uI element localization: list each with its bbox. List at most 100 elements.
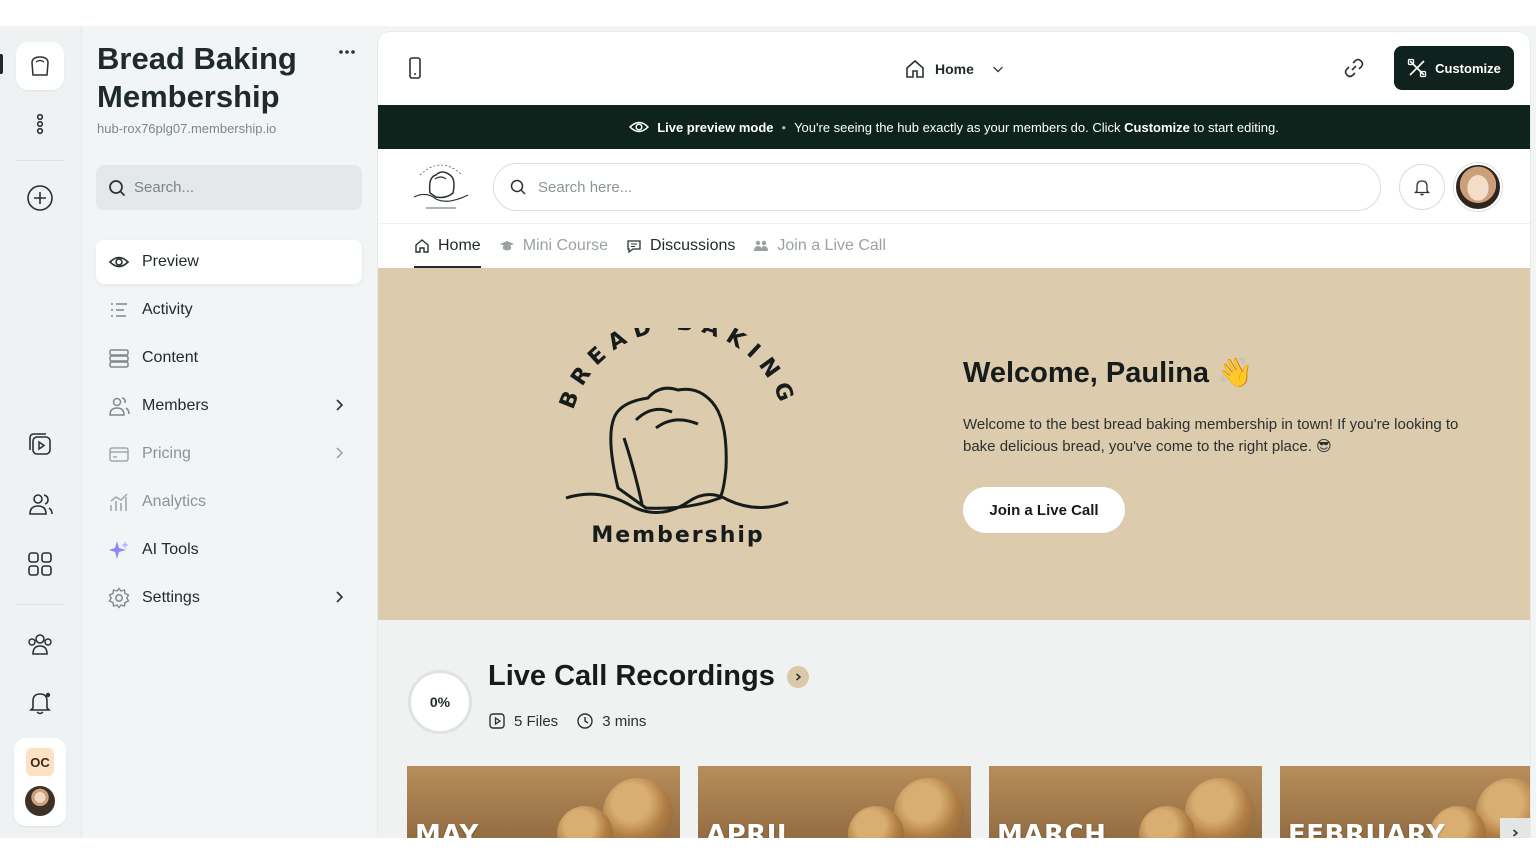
search-icon [109,179,126,196]
sparkle-icon [109,541,129,559]
sidebar-item-content[interactable]: Content [96,336,362,380]
membership-logo[interactable] [406,157,476,215]
sidebar-search-input[interactable] [134,179,344,196]
sidebar-item-label: Preview [142,253,199,270]
sidebar-search[interactable] [96,165,362,210]
bell-icon [1413,180,1431,196]
banner-message-suffix: to start editing. [1193,119,1279,135]
hub-url: hub-rox76plg07.membership.io [97,121,277,136]
card-label: MAY [415,820,479,838]
graduation-cap-icon [499,241,514,251]
recording-card-february[interactable]: FEBRUARY [1280,766,1530,838]
tab-join-live-call[interactable]: Join a Live Call [753,224,886,268]
tab-discussions[interactable]: Discussions [626,224,735,268]
logo-arc-textpath: BREAD BAKING [555,328,793,412]
chevron-right-icon[interactable] [786,665,809,688]
avatar[interactable] [25,786,55,816]
hub-search[interactable] [493,163,1381,211]
tab-mini-course[interactable]: Mini Course [499,224,608,268]
carousel-next-button[interactable] [1500,818,1530,838]
bread-baking-logo: BREAD BAKING Membership [555,328,793,548]
bell-icon [29,692,51,715]
customize-button[interactable]: Customize [1394,46,1514,90]
wave-emoji: 👋 [1217,357,1254,389]
hub-header [378,149,1530,224]
bread-image [894,778,964,838]
plus-circle-icon [27,185,53,211]
card-label: MARCH [997,820,1107,838]
more-horizontal-icon[interactable] [338,46,356,58]
join-live-call-button[interactable]: Join a Live Call [963,487,1125,533]
live-preview-banner: Live preview mode • You're seeing the hu… [378,105,1530,149]
eye-icon [108,256,130,268]
rail-divider [16,604,64,605]
logo-word: Membership [591,523,764,548]
sidebar-item-label: Members [142,397,209,414]
more-vertical-icon [36,113,44,135]
sidebar-item-settings[interactable]: Settings [96,576,362,620]
community-button[interactable] [16,620,64,668]
grid-icon [28,552,52,576]
rail-active-marker [0,54,3,74]
people-icon [29,494,53,515]
apps-button[interactable] [16,540,64,588]
page-selector[interactable]: Home [904,54,1005,84]
customize-label: Customize [1435,60,1501,76]
video-library-button[interactable] [16,420,64,468]
mobile-device-icon[interactable] [404,56,426,80]
sidebar-nav: Preview Activity Content Members Pricing [96,240,362,624]
hub-search-input[interactable] [538,178,1338,196]
add-hub-button[interactable] [16,174,64,222]
sidebar-item-ai-tools[interactable]: AI Tools [96,528,362,572]
section-meta: 5 Files 3 mins [488,712,646,730]
sidebar-item-label: Activity [142,301,193,318]
page-selector-label: Home [935,61,974,77]
banner-message: You're seeing the hub exactly as your me… [794,120,1279,135]
hub-notifications-button[interactable] [1399,164,1445,210]
org-badge[interactable]: OC [26,748,54,776]
community-icon [28,634,52,655]
tools-icon [1407,58,1427,78]
more-vertical-button[interactable] [16,100,64,148]
bread-icon [31,56,49,76]
hub-tabs: Home Mini Course Discussions Join a Live… [378,224,1530,268]
sidebar-item-label: Analytics [142,493,207,510]
user-switcher[interactable]: OC [14,738,66,826]
hub-title: Bread Baking Membership [97,41,297,114]
content-icon [109,349,129,368]
section-title[interactable]: Live Call Recordings [488,660,809,693]
sidebar-item-label: Pricing [142,445,191,462]
sidebar-item-analytics[interactable]: Analytics [96,480,362,524]
activity-icon [111,303,127,317]
section-title-text: Live Call Recordings [488,660,775,692]
recording-card-march[interactable]: MARCH [989,766,1262,838]
card-label: APRIL [706,820,794,838]
clock-icon [577,713,593,729]
notifications-button[interactable] [16,678,64,726]
gear-icon [108,587,130,609]
avatar[interactable] [1454,163,1502,211]
welcome-hero: BREAD BAKING Membership Welcome, Paulina… [378,268,1530,620]
sidebar-item-preview[interactable]: Preview [96,240,362,284]
banner-message-prefix: You're seeing the hub exactly as your me… [794,119,1121,135]
link-icon[interactable] [1342,56,1366,80]
sidebar-item-members[interactable]: Members [96,384,362,428]
hub-logo-button[interactable] [16,42,64,90]
recording-card-may[interactable]: MAY [407,766,680,838]
sidebar-item-pricing[interactable]: Pricing [96,432,362,476]
people-button[interactable] [16,480,64,528]
sidebar-item-activity[interactable]: Activity [96,288,362,332]
app-frame: OC Bread Baking Membership hub-rox76plg0… [0,26,1536,838]
banner-mode-label: Live preview mode [657,119,774,135]
sidebar-item-label: Settings [142,589,200,606]
home-icon [906,59,924,78]
video-library-icon [29,433,51,455]
duration-text: 3 mins [602,712,647,730]
tab-home[interactable]: Home [414,224,481,268]
recording-card-april[interactable]: APRIL [698,766,971,838]
chat-icon [627,240,641,254]
chevron-right-icon [336,447,344,459]
tab-label: Join a Live Call [777,237,886,254]
icon-rail: OC [0,26,82,838]
welcome-description: Welcome to the best bread baking members… [963,416,1459,455]
